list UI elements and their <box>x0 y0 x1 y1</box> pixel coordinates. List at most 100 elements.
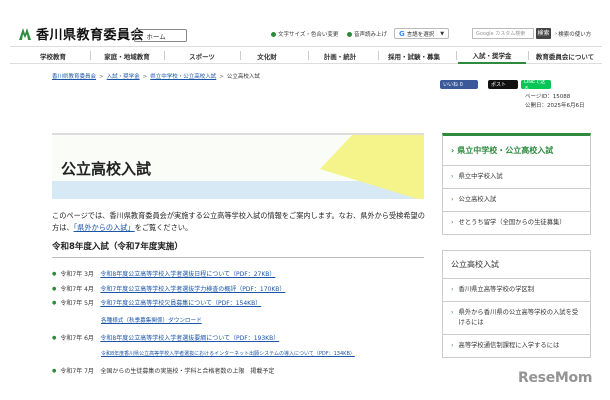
sidebar-item-high-school[interactable]: › 公立高校入試 <box>442 189 591 212</box>
nav-item-recruitment[interactable]: 採用・試験・募集 <box>380 47 448 64</box>
sidebar-item-school-district[interactable]: › 香川県立高等学校の学区制 <box>442 279 591 302</box>
breadcrumb-link[interactable]: 入試・奨学金 <box>107 74 140 80</box>
published-date: 公開日：2025年6月6日 <box>525 103 585 109</box>
entry-link[interactable]: 令和8年度公立高等学校入学者選抜日程について（PDF：27KB） <box>100 269 275 278</box>
chevron-right-icon: › <box>451 173 454 180</box>
page-title: 公立高校入試 <box>61 160 152 178</box>
page-id: ページID：15088 <box>525 94 571 100</box>
chevron-right-icon: › <box>141 32 144 39</box>
breadcrumb-separator: > <box>99 74 104 80</box>
nav-item-school-education[interactable]: 学校教育 <box>18 47 88 64</box>
breadcrumb: 香川県教育委員会 > 入試・奨学金 > 県立中学校・公立高校入試 > 公立高校入試 <box>52 72 260 80</box>
site-header: 香川県教育委員会 › ホーム 文字サイズ・色合い変更 音声読み上げ G 言語を選… <box>0 0 610 46</box>
entry-date: 令和7年 3月 <box>60 271 94 278</box>
sidebar-item-label: 香川県立高等学校の学区制 <box>458 286 535 293</box>
share-buttons: いいね 0 ポスト LINEで送る <box>440 79 551 92</box>
nav-divider <box>90 51 91 60</box>
forms-download-link[interactable]: 各種様式（秋季募集関係）ダウンロード <box>101 316 202 324</box>
search-help-label: 検索の使い方 <box>558 32 592 38</box>
nav-divider <box>456 51 457 60</box>
font-size-label: 文字サイズ・色合い変更 <box>278 32 339 38</box>
search-button[interactable]: 検索 <box>536 28 551 39</box>
sidebar-item-junior-high[interactable]: › 県立中学校入試 <box>442 166 591 189</box>
sidebar-item-setouchi[interactable]: › せとうち留学（全国からの生徒募集） <box>442 212 591 235</box>
entry-date: 令和7年 5月 <box>60 300 94 307</box>
online-application-link[interactable]: 令和8年度香川県公立高等学校入学者選抜におけるインターネット出願システムの導入に… <box>101 350 355 357</box>
out-of-prefecture-link[interactable]: 「県外からの入試」 <box>74 223 135 232</box>
facebook-like-button[interactable]: いいね 0 <box>440 80 478 89</box>
bullet-icon <box>347 31 352 37</box>
chevron-right-icon: › <box>451 146 455 155</box>
breadcrumb-separator: > <box>142 74 148 80</box>
nav-item-about-board[interactable]: 教育委員会について <box>530 47 600 64</box>
entry-date: 令和7年 6月 <box>60 335 94 342</box>
bullet-icon: ● <box>52 367 57 374</box>
bullet-icon: ● <box>52 285 57 292</box>
sidebar-item-label: 高等学校通信制課程に入学するには <box>458 342 560 349</box>
language-label: 言語を選択 <box>406 31 435 38</box>
read-aloud-link[interactable]: 音声読み上げ <box>347 30 387 38</box>
watermark-logo: ReseMom <box>518 370 593 386</box>
sidebar-item-out-of-prefecture[interactable]: › 県外から香川県の公立高等学校の入試を受けるには <box>442 302 591 335</box>
list-item: ● 令和7年 4月 令和7年度公立高等学校入学者選抜学力検査の概評（PDF：17… <box>52 284 285 294</box>
sidebar-heading[interactable]: › 県立中学校・公立高校入試 <box>442 133 591 166</box>
title-banner: 公立高校入試 <box>52 133 424 199</box>
search-help-link[interactable]: › 検索の使い方 <box>555 30 591 38</box>
breadcrumb-separator: > <box>219 74 224 80</box>
x-post-button[interactable]: ポスト <box>488 80 518 89</box>
google-icon: G <box>399 29 405 38</box>
site-title: 香川県教育委員会 <box>36 28 145 43</box>
language-select[interactable]: G 言語を選択 ▼ <box>394 28 450 39</box>
breadcrumb-link[interactable]: 県立中学校・公立高校入試 <box>150 74 216 80</box>
chevron-right-icon: › <box>451 196 454 203</box>
sidebar-heading-2[interactable]: 公立高校入試 <box>442 250 591 279</box>
dropdown-arrow-icon: ▼ <box>440 30 445 37</box>
entry-date: 令和7年 7月 <box>60 368 94 375</box>
breadcrumb-current: 公立高校入試 <box>226 74 260 80</box>
sidebar-item-label: 県外から香川県の公立高等学校の入試を受けるには <box>458 309 579 326</box>
nav-divider <box>528 51 529 60</box>
entry-text: 全国からの生徒募集の実施校・学科と合格者数の上限 掲載予定 <box>100 368 275 375</box>
home-label: ホーム <box>146 32 166 41</box>
site-logo[interactable]: 香川県教育委員会 <box>18 24 144 43</box>
intro-text: このページでは、香川県教育委員会が実施する公立高等学校入試の情報をご案内します。… <box>52 210 428 234</box>
sidebar-item-label: 公立高校入試 <box>458 196 497 203</box>
sidebar: › 県立中学校・公立高校入試 › 県立中学校入試 › 公立高校入試 › せとうち… <box>442 133 591 358</box>
line-share-button[interactable]: LINEで送る <box>521 79 551 92</box>
nav-divider <box>378 51 379 60</box>
nav-item-home-community[interactable]: 家庭・地域教育 <box>92 47 162 64</box>
bullet-icon <box>271 31 276 37</box>
sidebar-heading-label: 県立中学校・公立高校入試 <box>457 146 554 155</box>
logo-mark-icon <box>19 27 31 40</box>
list-item: ● 令和7年 7月 全国からの生徒募集の実施校・学科と合格者数の上限 掲載予定 <box>52 366 275 376</box>
search-input[interactable]: Google カスタム検索 <box>472 28 534 39</box>
list-item: ● 令和7年 5月 令和7年度公立高等学校欠員募集について（PDF：154KB） <box>52 298 261 308</box>
read-aloud-label: 音声読み上げ <box>354 32 388 38</box>
chevron-right-icon: › <box>555 31 558 37</box>
entry-date: 令和7年 4月 <box>60 286 94 293</box>
font-size-link[interactable]: 文字サイズ・色合い変更 <box>271 30 338 38</box>
chevron-right-icon: › <box>451 219 454 226</box>
breadcrumb-link[interactable]: 香川県教育委員会 <box>52 74 96 80</box>
nav-item-admissions[interactable]: 入試・奨学金 <box>458 47 526 64</box>
nav-divider <box>308 51 309 60</box>
sidebar-item-label: せとうち留学（全国からの生徒募集） <box>458 219 566 226</box>
list-item: ● 令和7年 3月 令和8年度公立高等学校入学者選抜日程について（PDF：27K… <box>52 269 275 279</box>
nav-divider <box>240 51 241 60</box>
entry-link[interactable]: 令和8年度公立高等学校入学者選抜要綱について（PDF：193KB） <box>100 333 279 342</box>
home-button[interactable]: › ホーム <box>134 29 187 42</box>
entry-link[interactable]: 令和7年度公立高等学校欠員募集について（PDF：154KB） <box>100 298 261 307</box>
chevron-right-icon: › <box>451 342 454 349</box>
chevron-right-icon: › <box>451 309 454 316</box>
nav-divider <box>164 51 165 60</box>
nav-item-plans-statistics[interactable]: 計画・統計 <box>310 47 370 64</box>
nav-item-sports[interactable]: スポーツ <box>166 47 238 64</box>
entry-link[interactable]: 令和7年度公立高等学校入学者選抜学力検査の概評（PDF：170KB） <box>100 284 285 293</box>
chevron-right-icon: › <box>451 286 454 293</box>
sidebar-item-label: 県立中学校入試 <box>458 173 503 180</box>
nav-item-cultural-properties[interactable]: 文化財 <box>242 47 292 64</box>
section-heading: 令和8年度入試（令和7年度実施） <box>52 240 424 258</box>
intro-end: をご覧ください。 <box>134 223 193 232</box>
sidebar-item-correspondence[interactable]: › 高等学校通信制課程に入学するには <box>442 335 591 358</box>
list-item: ● 令和7年 6月 令和8年度公立高等学校入学者選抜要綱について（PDF：193… <box>52 333 279 343</box>
